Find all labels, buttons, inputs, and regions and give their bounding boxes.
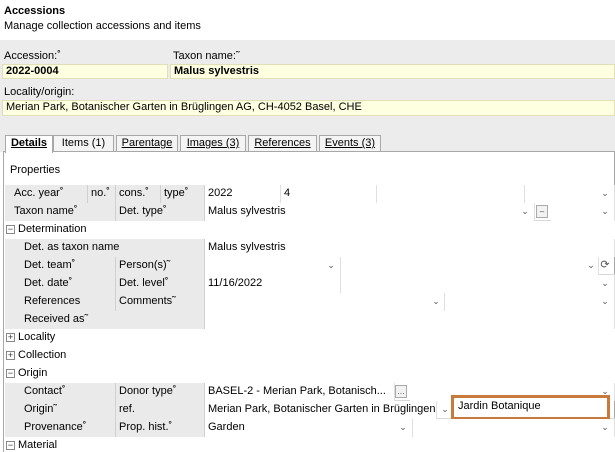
chevron-down-icon[interactable]: ⌄ [599,203,611,221]
accession-summary-form: Accession:˚ 2022-0004 Taxon name:˜ Malus… [0,40,615,134]
chevron-down-icon[interactable]: ⌄ [599,293,611,311]
provenance-row: Provenance˚ Prop. hist.˚ Garden ⌄ ⌄ [5,419,615,437]
collapse-icon[interactable]: − [6,441,15,450]
expand-icon[interactable]: + [6,351,15,360]
tab-items[interactable]: Items (1) [53,135,114,152]
chevron-down-icon[interactable]: ⌄ [325,257,337,275]
tab-parentage[interactable]: Parentage [116,135,178,152]
received-as-field[interactable] [205,311,615,329]
tab-references-label: References [254,137,311,149]
references-row: References Comments˜ ⌄ ⌄ [5,293,615,311]
taxon-name-label: Taxon name˚ [11,203,116,221]
tab-parentage-label: Parentage [121,137,173,149]
accession-label: Accession:˚ [4,50,61,62]
det-team-label: Det. team˚ [21,257,116,275]
chevron-down-icon[interactable]: ⌄ [585,257,597,275]
det-type-label: Det. type˚ [116,203,205,221]
origin-section-label: Origin [18,367,48,379]
comments-field[interactable] [445,293,615,311]
chevron-down-icon[interactable]: ⌄ [599,419,611,437]
taxon-label: Taxon name:˜ [173,50,240,62]
prop-hist-field[interactable] [413,419,615,437]
chevron-down-icon[interactable]: ⌄ [397,419,409,437]
determination-section[interactable]: − Determination [5,221,615,239]
material-section[interactable]: − Material [5,437,615,452]
chevron-down-icon[interactable]: ⌄ [439,401,451,419]
collection-section-label: Collection [18,349,67,361]
more-button[interactable]: – [536,205,548,218]
tab-details[interactable]: Details [5,135,53,153]
tab-events-label: Events (3) [324,137,376,149]
tab-references[interactable]: References [248,135,317,152]
acc-year-field[interactable]: 2022 [205,185,281,203]
panel-title: Properties [10,164,61,176]
locality-label: Locality/origin: [4,86,75,98]
tab-items-label: Items (1) [61,137,106,149]
determination-label: Determination [18,223,87,235]
type-label: type˚ [161,185,205,203]
provenance-label: Provenance˚ [21,419,116,437]
acc-no-label: no.˚ [88,185,116,203]
page-header: Accessions Manage collection accessions … [0,0,615,40]
det-as-taxon-row: Det. as taxon name Malus sylvestris [5,239,615,257]
accession-field[interactable]: 2022-0004 [2,64,168,79]
cons-label: cons.˚ [116,185,161,203]
det-as-taxon-field[interactable]: Malus sylvestris [205,239,615,257]
donor-type-label: Donor type˚ [116,383,205,401]
locality-field[interactable]: Merian Park, Botanischer Garten in Brügl… [2,100,615,116]
origin-label: Origin˜ [21,401,116,419]
collapse-icon[interactable]: − [6,225,15,234]
references-field[interactable] [205,293,445,311]
refresh-icon[interactable]: ⟳ [599,257,611,275]
det-date-label: Det. date˚ [21,275,116,293]
contact-field[interactable]: BASEL-2 - Merian Park, Botanisch... [205,383,395,401]
chevron-down-icon[interactable]: ⌄ [519,203,531,221]
collapse-icon[interactable]: − [6,369,15,378]
references-label: References [21,293,116,311]
tab-events[interactable]: Events (3) [319,135,381,152]
origin-ref-field[interactable]: Jardin Botanique [451,395,610,420]
taxon-name-field[interactable]: Malus sylvestris [205,203,535,221]
page-subtitle: Manage collection accessions and items [4,20,201,32]
chevron-down-icon[interactable]: ⌄ [430,293,442,311]
persons-field[interactable] [341,257,599,275]
det-team-field[interactable] [205,257,341,275]
det-level-label: Det. level˚ [116,275,205,293]
locality-section-label: Locality [18,331,56,343]
expand-icon[interactable]: + [6,333,15,342]
det-date-field[interactable]: 11/16/2022 [205,275,341,293]
comments-label: Comments˜ [116,293,205,311]
contact-label: Contact˚ [21,383,116,401]
tab-details-label: Details [10,137,48,149]
det-date-row: Det. date˚ Det. level˚ 11/16/2022 ⌄ [5,275,615,293]
taxon-field[interactable]: Malus sylvestris [170,64,615,79]
chevron-down-icon[interactable]: ⌄ [599,185,611,203]
cons-field[interactable] [377,185,525,203]
chevron-down-icon[interactable]: ⌄ [599,275,611,293]
origin-field[interactable]: Merian Park, Botanischer Garten in Brügl… [205,401,437,419]
acc-year-row: Acc. year˚ no.˚ cons.˚ type˚ 2022 4 ⌄ [5,185,615,203]
locality-section[interactable]: + Locality [5,329,615,347]
det-level-field[interactable] [341,275,615,293]
ref-label: ref. [116,401,205,419]
provenance-field[interactable]: Garden [205,419,413,437]
tab-images-label: Images (3) [186,137,240,149]
prop-hist-label: Prop. hist.˚ [116,419,205,437]
received-as-label: Received as˜ [21,311,205,329]
acc-year-label: Acc. year˚ [11,185,88,203]
tab-images[interactable]: Images (3) [180,135,246,152]
tab-bar: Details Items (1) Parentage Images (3) R… [0,134,615,153]
material-section-label: Material [18,439,58,451]
acc-no-field[interactable]: 4 [281,185,377,203]
det-team-row: Det. team˚ Person(s)˜ ⌄ ⌄ ⟳ [5,257,615,275]
more-button[interactable]: … [395,385,407,398]
origin-section[interactable]: − Origin [5,365,615,383]
received-as-row: Received as˜ [5,311,615,329]
taxon-name-row: Taxon name˚ Det. type˚ Malus sylvestris … [5,203,615,221]
persons-label: Person(s)˜ [116,257,205,275]
collection-section[interactable]: + Collection [5,347,615,365]
details-panel: Properties Acc. year˚ no.˚ cons.˚ type˚ … [3,151,615,452]
det-as-taxon-label: Det. as taxon name [21,239,205,257]
page-title: Accessions [4,5,66,17]
